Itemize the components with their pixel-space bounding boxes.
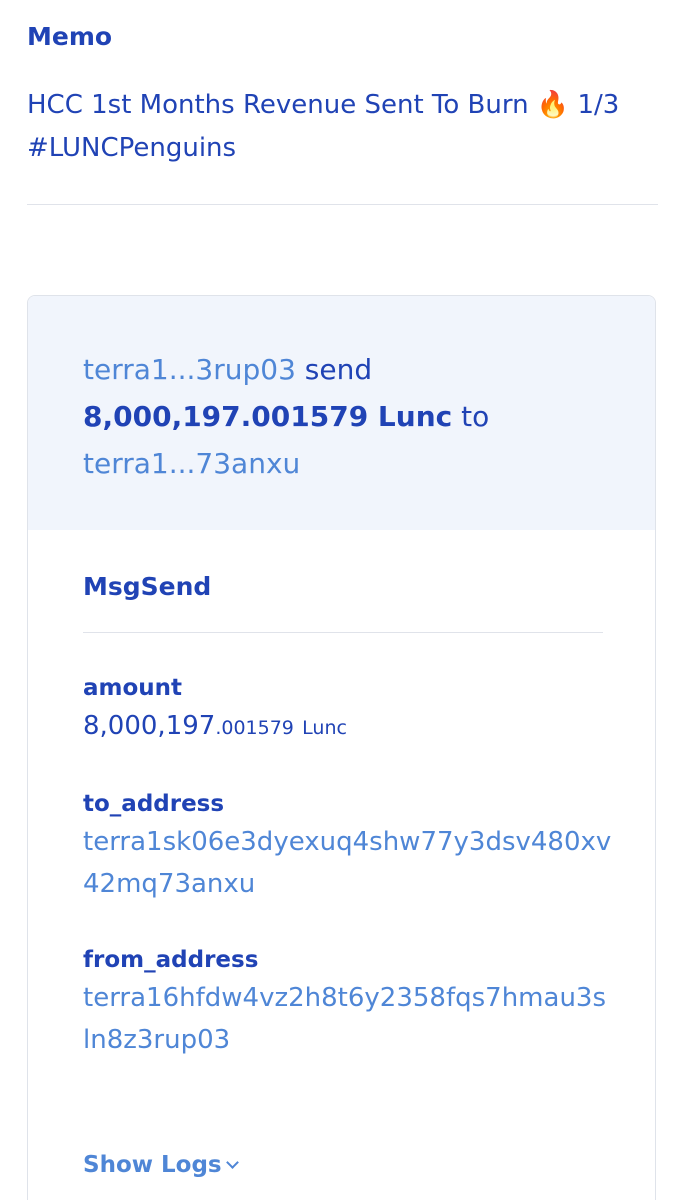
amount-value: 8,000,197.001579 Lunc: [83, 705, 600, 749]
to-address-field: to_address terra1sk06e3dyexuq4shw77y3dsv…: [83, 789, 611, 905]
show-logs-label: Show Logs: [83, 1152, 222, 1178]
to-address-label: to_address: [83, 791, 225, 817]
from-address-link[interactable]: terra16hfdw4vz2h8t6y2358fqs7hmau3sln8z3r…: [83, 977, 613, 1061]
amount-decimal: .001579: [215, 717, 294, 739]
memo-title: Memo: [27, 22, 113, 51]
summary-preposition: to: [461, 400, 490, 433]
summary-verb: send: [304, 353, 373, 386]
sender-address-link[interactable]: terra1...3rup03: [83, 353, 296, 386]
transfer-summary: terra1...3rup03 send 8,000,197.001579 Lu…: [28, 296, 655, 530]
from-address-field: from_address terra16hfdw4vz2h8t6y2358fqs…: [83, 945, 606, 1061]
amount-integer: 8,000,197: [83, 711, 216, 741]
show-logs-button[interactable]: Show Logs: [83, 1152, 239, 1178]
amount-label: amount: [83, 675, 183, 701]
to-address-link[interactable]: terra1sk06e3dyexuq4shw77y3dsv480xv42mq73…: [83, 821, 613, 905]
recipient-address-link[interactable]: terra1...73anxu: [83, 447, 300, 480]
message-card: terra1...3rup03 send 8,000,197.001579 Lu…: [27, 295, 656, 1200]
message-details: MsgSend amount 8,000,197.001579 Lunc to_…: [28, 530, 655, 1061]
memo-text: HCC 1st Months Revenue Sent To Burn 🔥 1/…: [27, 90, 620, 163]
chevron-down-icon: [225, 1156, 239, 1169]
summary-amount: 8,000,197.001579 Lunc: [83, 400, 453, 433]
from-address-label: from_address: [83, 947, 259, 973]
message-type: MsgSend: [83, 572, 212, 601]
amount-field: amount 8,000,197.001579 Lunc: [83, 673, 600, 749]
amount-unit: Lunc: [302, 717, 347, 739]
message-divider: [83, 632, 603, 633]
memo-divider: [27, 204, 658, 205]
